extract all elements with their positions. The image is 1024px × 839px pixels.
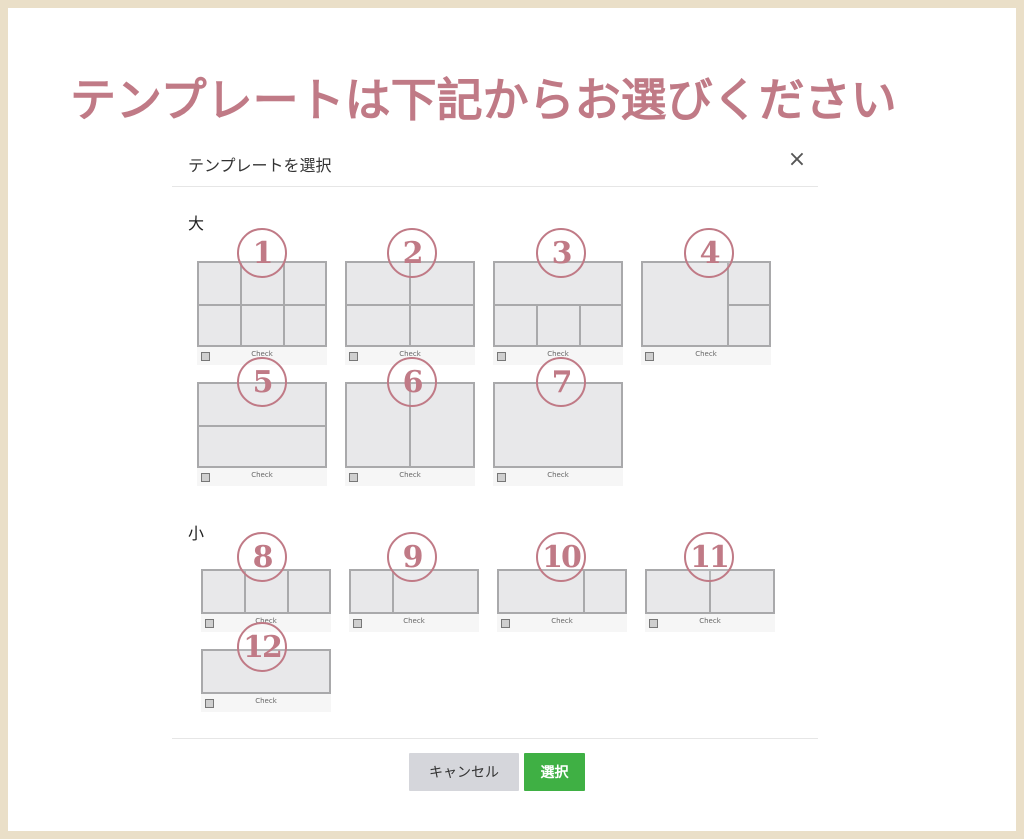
footer-divider xyxy=(172,738,818,739)
section-label-small: 小 xyxy=(188,524,205,543)
check-label: Check xyxy=(403,617,425,625)
cancel-button[interactable]: キャンセル xyxy=(409,753,519,791)
template-number-badge: 10 xyxy=(536,532,586,582)
template-number-badge: 1 xyxy=(237,228,287,278)
check-label: Check xyxy=(255,697,277,705)
header-divider xyxy=(172,186,818,187)
template-5-footer: Check xyxy=(197,468,327,486)
template-11-footer: Check xyxy=(645,614,775,632)
template-6-footer: Check xyxy=(345,468,475,486)
template-number-badge: 4 xyxy=(684,228,734,278)
check-label: Check xyxy=(695,350,717,358)
template-number-badge: 12 xyxy=(237,622,287,672)
close-icon[interactable]: × xyxy=(784,146,810,172)
check-label: Check xyxy=(251,471,273,479)
section-label-large: 大 xyxy=(188,214,205,233)
template-7-footer: Check xyxy=(493,468,623,486)
page-heading: テンプレートは下記からお選びください xyxy=(70,73,897,127)
template-number-badge: 11 xyxy=(684,532,734,582)
template-number-badge: 3 xyxy=(536,228,586,278)
template-select-modal: テンプレートを選択 × 大 Check Check Check Check Ch… xyxy=(172,140,818,800)
check-label: Check xyxy=(551,617,573,625)
modal-title: テンプレートを選択 xyxy=(188,156,332,175)
template-number-badge: 8 xyxy=(237,532,287,582)
template-9-footer: Check xyxy=(349,614,479,632)
template-10-footer: Check xyxy=(497,614,627,632)
template-number-badge: 7 xyxy=(536,357,586,407)
check-label: Check xyxy=(699,617,721,625)
check-label: Check xyxy=(547,471,569,479)
template-number-badge: 9 xyxy=(387,532,437,582)
template-12-footer: Check xyxy=(201,694,331,712)
template-number-badge: 6 xyxy=(387,357,437,407)
template-number-badge: 2 xyxy=(387,228,437,278)
template-4-footer: Check xyxy=(641,347,771,365)
select-button[interactable]: 選択 xyxy=(524,753,585,791)
check-label: Check xyxy=(399,471,421,479)
template-number-badge: 5 xyxy=(237,357,287,407)
